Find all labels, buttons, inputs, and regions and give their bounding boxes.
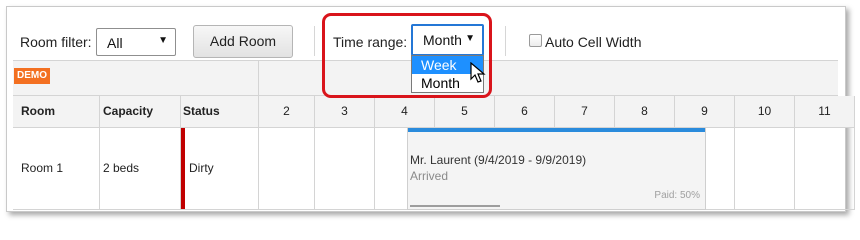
timeline-cell[interactable] — [315, 128, 375, 210]
row-capacity: 2 beds — [100, 128, 181, 210]
event-status: Arrived — [410, 169, 449, 183]
timeline-cell[interactable] — [795, 128, 855, 210]
room-filter-select[interactable]: All ▼ — [96, 28, 176, 56]
day-header-10: 10 — [735, 96, 795, 128]
status-color-bar — [181, 128, 185, 209]
paid-progress-bar — [410, 205, 500, 207]
event-paid: Paid: 50% — [654, 190, 700, 201]
timeline-cell[interactable] — [735, 128, 795, 210]
chevron-down-icon: ▼ — [158, 35, 168, 46]
auto-cell-width-checkbox[interactable] — [529, 34, 542, 47]
event-title: Mr. Laurent (9/4/2019 - 9/9/2019) — [410, 153, 587, 167]
day-header-8: 8 — [615, 96, 675, 128]
auto-cell-width-label: Auto Cell Width — [545, 34, 642, 50]
day-header-5: 5 — [435, 96, 495, 128]
row-status-cell: Dirty — [181, 128, 259, 210]
corner-header: DEMO — [13, 60, 259, 96]
day-header-6: 6 — [495, 96, 555, 128]
toolbar-divider — [505, 26, 506, 56]
add-room-button[interactable]: Add Room — [193, 25, 293, 58]
room-filter-value: All — [107, 35, 123, 51]
day-header-9: 9 — [675, 96, 735, 128]
day-header-3: 3 — [315, 96, 375, 128]
demo-badge: DEMO — [14, 68, 50, 84]
row-room-name: Room 1 — [13, 128, 100, 210]
cursor-icon — [470, 62, 486, 83]
column-header-room[interactable]: Room — [13, 96, 100, 128]
day-header-11: 11 — [795, 96, 855, 128]
day-header-4: 4 — [375, 96, 435, 128]
column-header-status[interactable]: Status — [181, 96, 259, 128]
annotation-highlight — [322, 13, 492, 98]
room-filter-label: Room filter: — [20, 34, 92, 50]
row-status: Dirty — [189, 161, 214, 175]
day-header-2: 2 — [259, 96, 315, 128]
day-header-7: 7 — [555, 96, 615, 128]
event-color-bar — [408, 128, 705, 132]
column-header-capacity[interactable]: Capacity — [100, 96, 181, 128]
timeline-cell[interactable] — [259, 128, 315, 210]
toolbar-divider — [314, 26, 315, 56]
reservation-event[interactable]: Mr. Laurent (9/4/2019 - 9/9/2019) Arrive… — [407, 128, 706, 210]
